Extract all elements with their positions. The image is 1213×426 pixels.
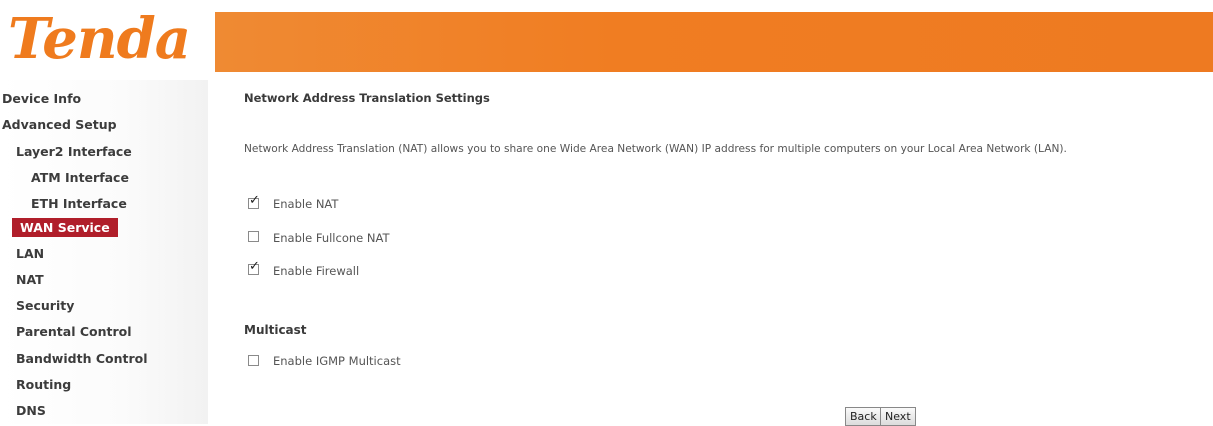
sidebar-item-device-info[interactable]: Device Info bbox=[2, 91, 81, 106]
page-title: Network Address Translation Settings bbox=[244, 91, 490, 105]
sidebar-nav: Device Info Advanced Setup Layer2 Interf… bbox=[0, 80, 208, 424]
enable-igmp-multicast-checkbox[interactable] bbox=[248, 355, 259, 366]
enable-fullcone-nat-label: Enable Fullcone NAT bbox=[273, 231, 390, 245]
enable-fullcone-nat-checkbox[interactable] bbox=[248, 231, 259, 242]
enable-firewall-label: Enable Firewall bbox=[273, 264, 360, 278]
sidebar-item-eth-interface[interactable]: ETH Interface bbox=[31, 196, 127, 211]
enable-firewall-checkbox[interactable]: ✓ bbox=[248, 260, 260, 275]
sidebar-item-nat[interactable]: NAT bbox=[16, 272, 44, 287]
sidebar-item-routing[interactable]: Routing bbox=[16, 377, 71, 392]
nat-description: Network Address Translation (NAT) allows… bbox=[244, 143, 1067, 155]
sidebar-item-wan-service[interactable]: WAN Service bbox=[12, 218, 118, 237]
sidebar-item-parental-control[interactable]: Parental Control bbox=[16, 324, 132, 339]
enable-nat-label: Enable NAT bbox=[273, 197, 339, 211]
sidebar-item-bandwidth-control[interactable]: Bandwidth Control bbox=[16, 351, 148, 366]
sidebar-item-layer2-interface[interactable]: Layer2 Interface bbox=[16, 144, 132, 159]
enable-nat-checkbox[interactable]: ✓ bbox=[248, 194, 260, 209]
sidebar-item-lan[interactable]: LAN bbox=[16, 246, 44, 261]
sidebar-item-advanced-setup[interactable]: Advanced Setup bbox=[2, 117, 117, 132]
header-banner bbox=[215, 12, 1213, 72]
header: Tenda bbox=[0, 0, 1213, 74]
next-button[interactable]: Next bbox=[880, 407, 916, 426]
sidebar-item-atm-interface[interactable]: ATM Interface bbox=[31, 170, 129, 185]
checkmark-icon: ✓ bbox=[249, 193, 260, 208]
sidebar-item-dns[interactable]: DNS bbox=[16, 403, 46, 418]
checkmark-icon: ✓ bbox=[249, 259, 260, 274]
back-button[interactable]: Back bbox=[845, 407, 882, 426]
enable-igmp-multicast-label: Enable IGMP Multicast bbox=[273, 354, 401, 368]
tenda-logo: Tenda bbox=[8, 6, 191, 72]
sidebar-item-security[interactable]: Security bbox=[16, 298, 74, 313]
multicast-heading: Multicast bbox=[244, 323, 307, 337]
main-content: Network Address Translation Settings Net… bbox=[215, 80, 1213, 426]
